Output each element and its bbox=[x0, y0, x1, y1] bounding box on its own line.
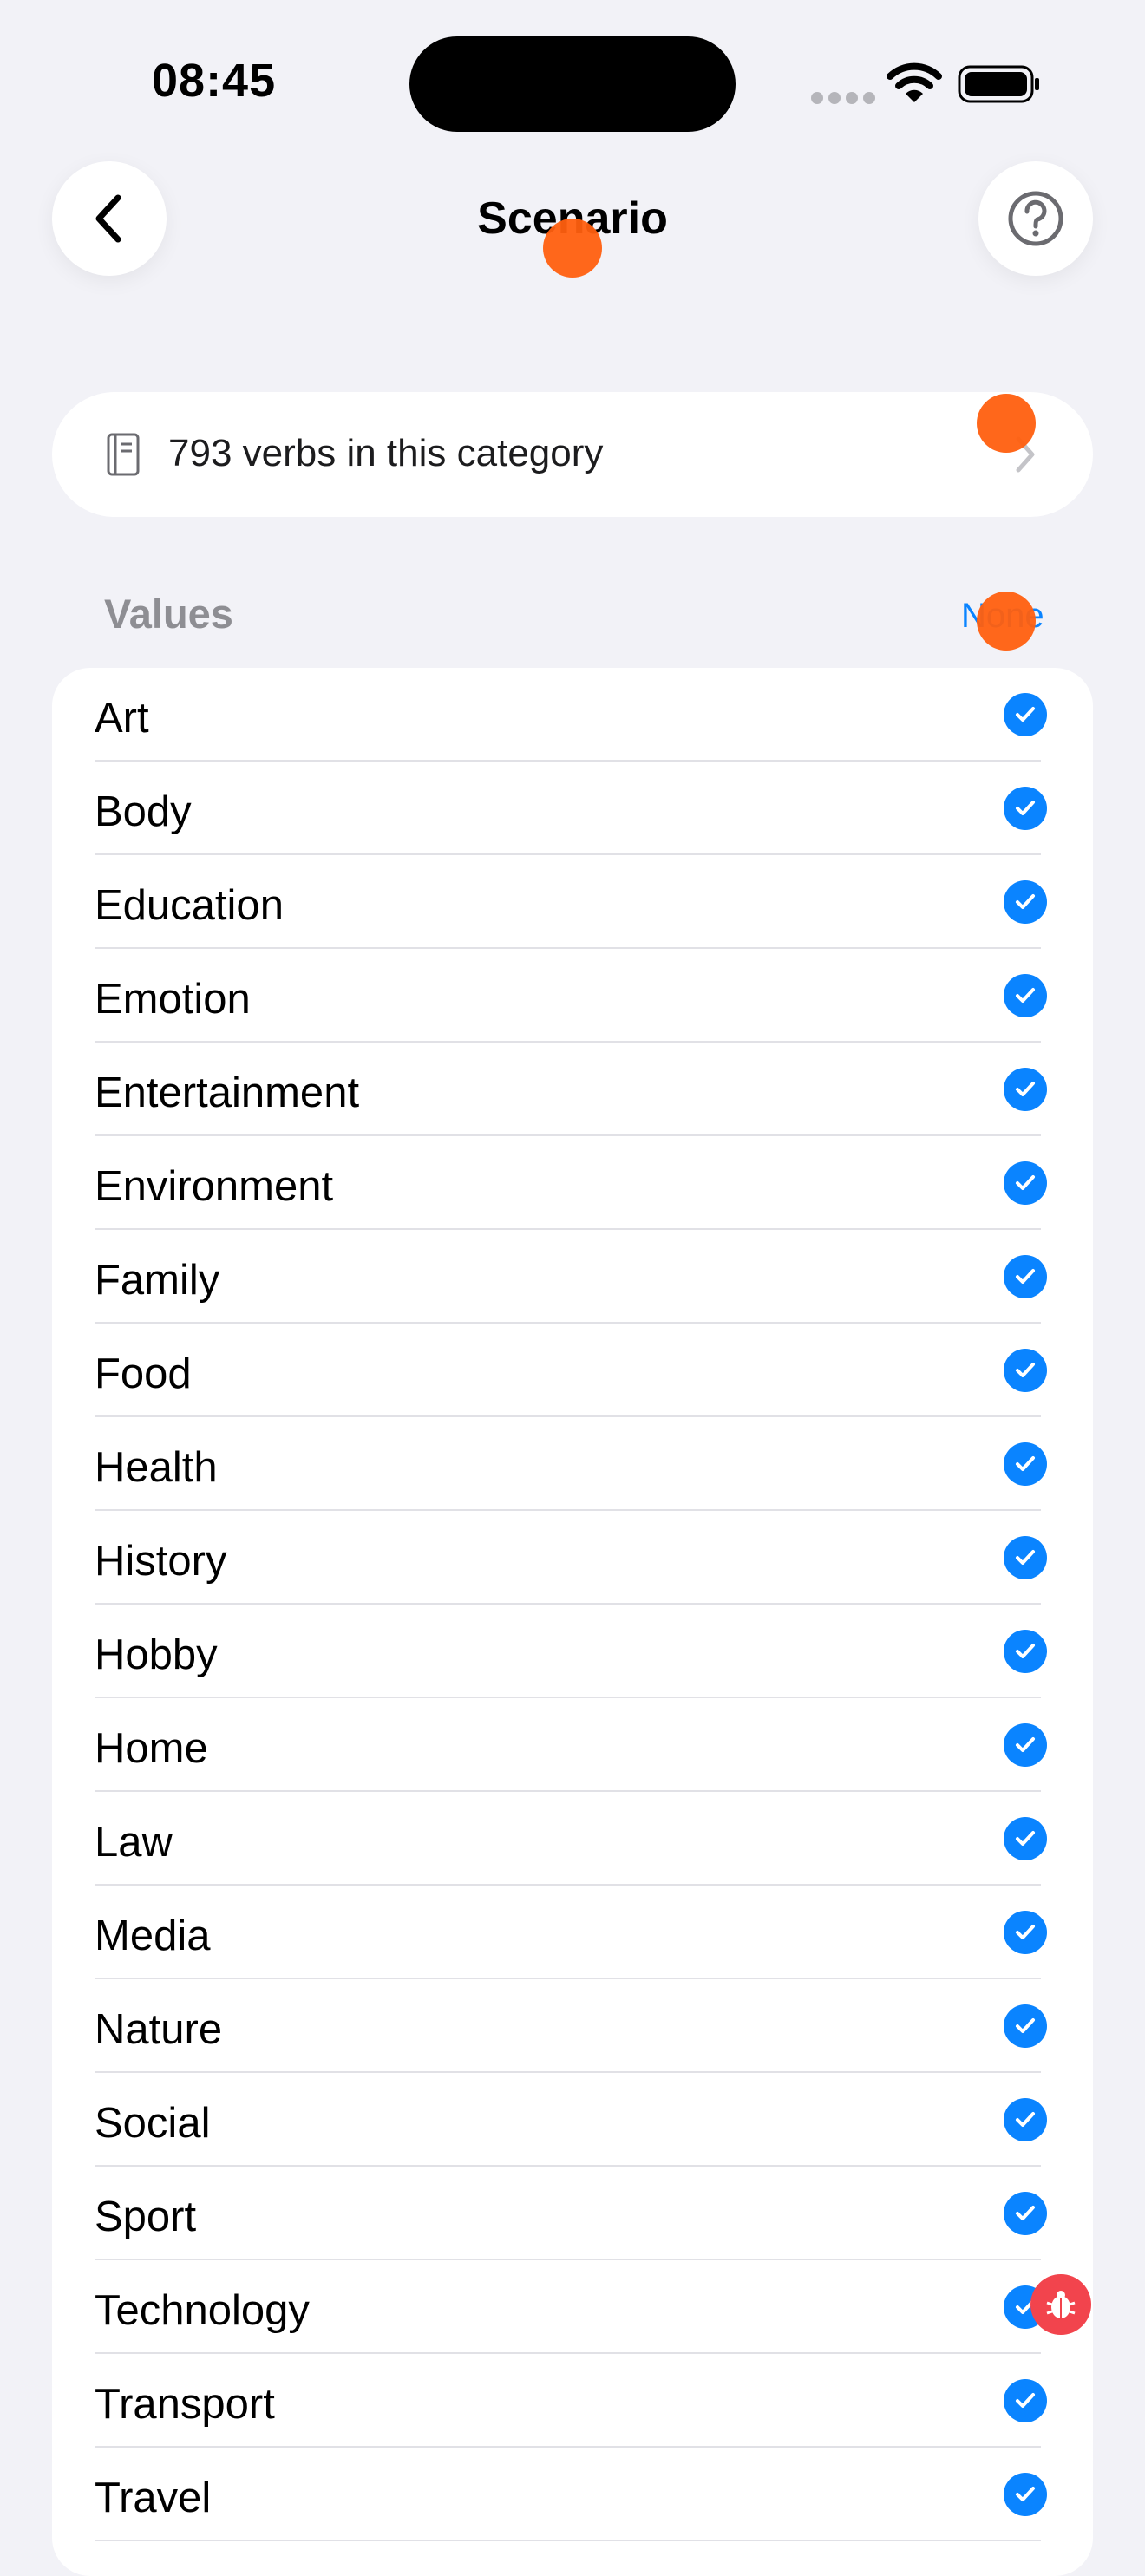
checkmark-circle-icon[interactable] bbox=[1004, 2192, 1047, 2235]
list-item-label: Family bbox=[95, 1257, 220, 1304]
list-item[interactable]: Technology bbox=[52, 2260, 1093, 2354]
row-divider bbox=[95, 2540, 1041, 2541]
checkmark-circle-icon[interactable] bbox=[1004, 1349, 1047, 1392]
list-item[interactable]: Food bbox=[52, 1324, 1093, 1417]
checkmark-circle-icon[interactable] bbox=[1004, 1723, 1047, 1767]
list-item[interactable]: Law bbox=[52, 1792, 1093, 1886]
section-header-values: Values bbox=[104, 591, 233, 637]
list-item-label: Nature bbox=[95, 2006, 223, 2053]
list-item-label: Food bbox=[95, 1350, 192, 1397]
checkmark-circle-icon[interactable] bbox=[1004, 693, 1047, 736]
dynamic-island bbox=[409, 36, 736, 132]
checkmark-circle-icon[interactable] bbox=[1004, 2379, 1047, 2422]
debug-button[interactable] bbox=[1030, 2274, 1091, 2335]
list-item[interactable]: History bbox=[52, 1511, 1093, 1605]
list-item[interactable]: Nature bbox=[52, 1979, 1093, 2073]
list-item-label: Environment bbox=[95, 1163, 334, 1210]
status-bar: 08:45 bbox=[0, 0, 1145, 156]
list-item[interactable]: Health bbox=[52, 1417, 1093, 1511]
list-item-label: Body bbox=[95, 788, 192, 835]
list-item-label: Health bbox=[95, 1444, 218, 1491]
list-item-label: Entertainment bbox=[95, 1069, 360, 1116]
list-item[interactable]: Entertainment bbox=[52, 1043, 1093, 1136]
list-item[interactable]: Media bbox=[52, 1886, 1093, 1979]
list-item-label: Hobby bbox=[95, 1631, 218, 1678]
checkmark-circle-icon[interactable] bbox=[1004, 1817, 1047, 1860]
list-item[interactable]: Travel bbox=[52, 2448, 1093, 2541]
checkmark-circle-icon[interactable] bbox=[1004, 1068, 1047, 1111]
list-item-label: Art bbox=[95, 695, 149, 742]
checkmark-circle-icon[interactable] bbox=[1004, 1442, 1047, 1486]
touch-marker bbox=[543, 219, 602, 278]
status-time: 08:45 bbox=[152, 55, 277, 107]
list-item-label: Home bbox=[95, 1725, 208, 1772]
list-item[interactable]: Social bbox=[52, 2073, 1093, 2167]
list-item-label: Technology bbox=[95, 2287, 310, 2334]
list-item[interactable]: Home bbox=[52, 1698, 1093, 1792]
checkmark-circle-icon[interactable] bbox=[1004, 1911, 1047, 1954]
list-item[interactable]: Emotion bbox=[52, 949, 1093, 1043]
list-item-label: Travel bbox=[95, 2475, 212, 2521]
checkmark-circle-icon[interactable] bbox=[1004, 974, 1047, 1017]
help-button[interactable] bbox=[978, 161, 1093, 276]
touch-marker bbox=[977, 394, 1036, 453]
list-item-label: Media bbox=[95, 1912, 211, 1959]
list-item[interactable]: Transport bbox=[52, 2354, 1093, 2448]
checkmark-circle-icon[interactable] bbox=[1004, 1255, 1047, 1298]
battery-icon bbox=[958, 65, 1039, 103]
checkmark-circle-icon[interactable] bbox=[1004, 2473, 1047, 2516]
question-circle-icon bbox=[1008, 191, 1063, 246]
wifi-icon bbox=[887, 62, 942, 102]
list-item[interactable]: Environment bbox=[52, 1136, 1093, 1230]
verbs-count-row[interactable]: 793 verbs in this category bbox=[52, 392, 1093, 517]
touch-marker bbox=[977, 592, 1036, 651]
list-item-label: Education bbox=[95, 882, 284, 929]
list-item-label: Social bbox=[95, 2100, 211, 2147]
list-item-label: Sport bbox=[95, 2194, 197, 2240]
values-list: Art Body Education Emotion Entertainment Envi… bbox=[52, 668, 1093, 2576]
list-item-label: History bbox=[95, 1538, 227, 1585]
checkmark-circle-icon[interactable] bbox=[1004, 787, 1047, 830]
list-item[interactable]: Sport bbox=[52, 2167, 1093, 2260]
ladybug-icon bbox=[1046, 2291, 1076, 2318]
list-item[interactable]: Family bbox=[52, 1230, 1093, 1324]
list-item[interactable]: Art bbox=[52, 668, 1093, 762]
checkmark-circle-icon[interactable] bbox=[1004, 1630, 1047, 1673]
checkmark-circle-icon[interactable] bbox=[1004, 1536, 1047, 1579]
checkmark-circle-icon[interactable] bbox=[1004, 2098, 1047, 2141]
verbs-count-text: 793 verbs in this category bbox=[168, 432, 604, 474]
checkmark-circle-icon[interactable] bbox=[1004, 2004, 1047, 2048]
list-item[interactable]: Body bbox=[52, 762, 1093, 855]
book-icon bbox=[107, 433, 140, 476]
list-item-label: Transport bbox=[95, 2381, 275, 2428]
list-item-label: Emotion bbox=[95, 976, 251, 1023]
list-item[interactable]: Hobby bbox=[52, 1605, 1093, 1698]
checkmark-circle-icon[interactable] bbox=[1004, 880, 1047, 924]
cellular-signal-icon bbox=[811, 92, 875, 104]
checkmark-circle-icon[interactable] bbox=[1004, 1161, 1047, 1205]
list-item-label: Law bbox=[95, 1819, 173, 1866]
list-item[interactable]: Education bbox=[52, 855, 1093, 949]
